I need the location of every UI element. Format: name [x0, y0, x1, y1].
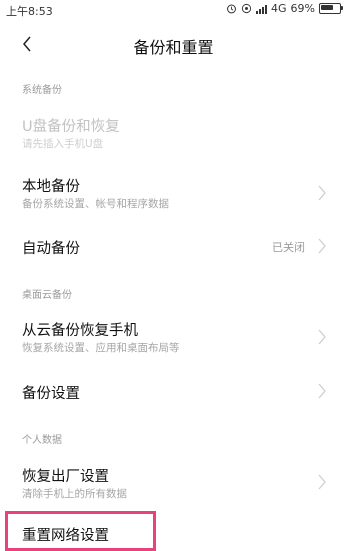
battery-fill	[321, 5, 333, 10]
battery-icon	[319, 3, 343, 14]
cloud-restore-title: 从云备份恢复手机	[22, 323, 138, 339]
section-label-desktop-cloud-backup: 桌面云备份	[22, 290, 72, 301]
backup-settings-item[interactable]: 备份设置	[0, 373, 347, 409]
local-backup-title: 本地备份	[22, 179, 80, 195]
network-type: 4G	[271, 2, 287, 15]
signal-icon	[256, 4, 268, 14]
backup-settings-title: 备份设置	[22, 386, 80, 402]
chevron-right-icon	[318, 185, 326, 201]
factory-reset-title: 恢复出厂设置	[22, 469, 109, 485]
factory-reset-item[interactable]: 恢复出厂设置 清除手机上的所有数据	[0, 458, 347, 504]
local-backup-item[interactable]: 本地备份 备份系统设置、帐号和程序数据	[0, 168, 347, 216]
highlight-annotation-box	[5, 511, 156, 551]
header: 备份和重置	[0, 22, 347, 66]
chevron-right-icon	[318, 383, 326, 399]
cloud-restore-item[interactable]: 从云备份恢复手机 恢复系统设置、应用和桌面布局等	[0, 312, 347, 360]
local-backup-subtitle: 备份系统设置、帐号和程序数据	[22, 198, 169, 210]
status-icons: 4G 69%	[226, 2, 343, 15]
cloud-restore-subtitle: 恢复系统设置、应用和桌面布局等	[22, 342, 180, 354]
status-bar: 上午8:53 4G 69%	[0, 0, 347, 20]
chevron-right-icon	[318, 329, 326, 345]
silent-icon	[241, 3, 252, 14]
battery-percent: 69%	[290, 2, 315, 15]
usb-backup-subtitle: 请先插入手机U盘	[22, 138, 104, 150]
auto-backup-title: 自动备份	[22, 241, 80, 257]
page-title: 备份和重置	[133, 38, 214, 57]
usb-backup-title: U盘备份和恢复	[22, 119, 120, 135]
auto-backup-item[interactable]: 自动备份 已关闭	[0, 228, 347, 264]
section-label-personal-data: 个人数据	[22, 435, 62, 446]
usb-backup-item[interactable]: U盘备份和恢复 请先插入手机U盘	[0, 110, 347, 154]
factory-reset-subtitle: 清除手机上的所有数据	[22, 488, 127, 500]
alarm-icon	[227, 4, 236, 14]
chevron-right-icon	[318, 474, 326, 490]
chevron-right-icon	[318, 238, 326, 254]
section-label-system-backup: 系统备份	[22, 85, 62, 96]
status-time: 上午8:53	[6, 5, 53, 18]
auto-backup-status: 已关闭	[272, 241, 305, 254]
